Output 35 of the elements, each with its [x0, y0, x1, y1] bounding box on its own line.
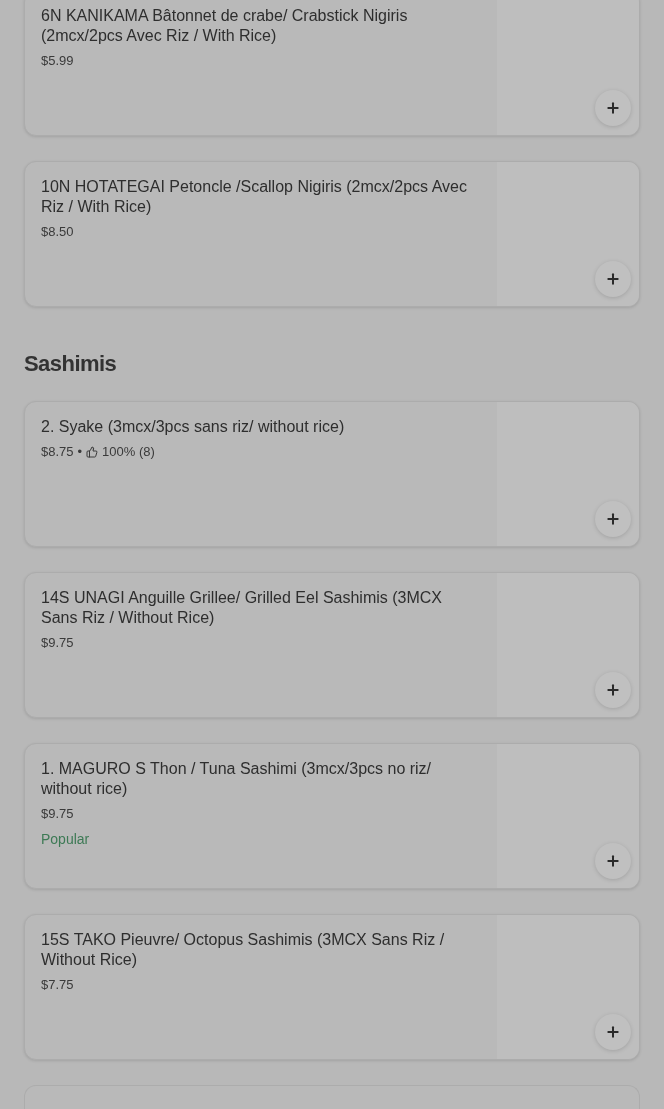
add-button[interactable]	[595, 1014, 631, 1050]
add-button[interactable]	[595, 501, 631, 537]
menu-item-card[interactable]: 2. Syake (3mcx/3pcs sans riz/ without rice) $8.75 • 100% (8)	[24, 401, 640, 547]
menu-item-card[interactable]: 14S UNAGI Anguille Grillee/ Grilled Eel Sashimis (3MCX Sans Riz / Without Rice) $9.75	[24, 572, 640, 718]
section-heading: Sashimis	[24, 350, 118, 378]
add-button[interactable]	[595, 261, 631, 297]
menu-item-card[interactable]: 1. MAGURO S Thon / Tuna Sashimi (3mcx/3pcs no riz/ without rice) $9.75 Popular	[24, 743, 640, 889]
item-name: 6N KANIKAMA Bâtonnet de crabe/ Crabstick Nigiris (2mcx/2pcs Avec Riz / With Rice)	[41, 6, 409, 46]
item-name: 1. MAGURO S Thon / Tuna Sashimi (3mcx/3pcs no riz/ without rice)	[41, 759, 433, 799]
thumbs-up-icon	[86, 445, 99, 458]
plus-icon	[605, 853, 621, 869]
item-price: $8.50	[41, 223, 74, 241]
popular-label: Popular	[41, 829, 90, 849]
plus-icon	[605, 1024, 621, 1040]
menu-item-card[interactable]: 6N KANIKAMA Bâtonnet de crabe/ Crabstick Nigiris (2mcx/2pcs Avec Riz / With Rice) $5.99	[24, 0, 640, 136]
item-price: $8.75	[41, 443, 74, 461]
item-name: 14S UNAGI Anguille Grillee/ Grilled Eel Sashimis (3MCX Sans Riz / Without Rice)	[41, 588, 444, 628]
separator-dot: •	[77, 443, 83, 461]
menu-item-card[interactable]: 10N HOTATEGAI Petoncle /Scallop Nigiris (2mcx/2pcs Avec Riz / With Rice) $8.50	[24, 161, 640, 307]
item-name: 10N HOTATEGAI Petoncle /Scallop Nigiris (2mcx/2pcs Avec Riz / With Rice)	[41, 177, 468, 217]
add-button[interactable]	[595, 672, 631, 708]
item-name: 2. Syake (3mcx/3pcs sans riz/ without rice)	[41, 417, 346, 437]
plus-icon	[605, 682, 621, 698]
plus-icon	[605, 511, 621, 527]
item-rating: 100% (8)	[102, 443, 155, 461]
item-price: $9.75	[41, 805, 74, 823]
plus-icon	[605, 271, 621, 287]
item-price: $5.99	[41, 52, 74, 70]
add-button[interactable]	[595, 90, 631, 126]
plus-icon	[605, 100, 621, 116]
item-price: $7.75	[41, 976, 74, 994]
menu-item-card[interactable]: 15S TAKO Pieuvre/ Octopus Sashimis (3MCX Sans Riz / Without Rice) $7.75	[24, 914, 640, 1060]
item-price: $9.75	[41, 634, 74, 652]
add-button[interactable]	[595, 843, 631, 879]
item-name: 15S TAKO Pieuvre/ Octopus Sashimis (3MCX Sans Riz / Without Rice)	[41, 930, 446, 970]
